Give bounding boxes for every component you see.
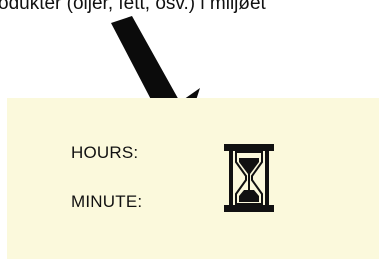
hours-label: HOURS: [71, 143, 139, 162]
minute-label: MINUTE: [71, 192, 143, 211]
hourglass-icon [224, 144, 274, 212]
caption-text: odukter (oljer, fett, osv.) i miljøet [0, 0, 266, 14]
time-panel: HOURS: MINUTE: [7, 98, 379, 259]
